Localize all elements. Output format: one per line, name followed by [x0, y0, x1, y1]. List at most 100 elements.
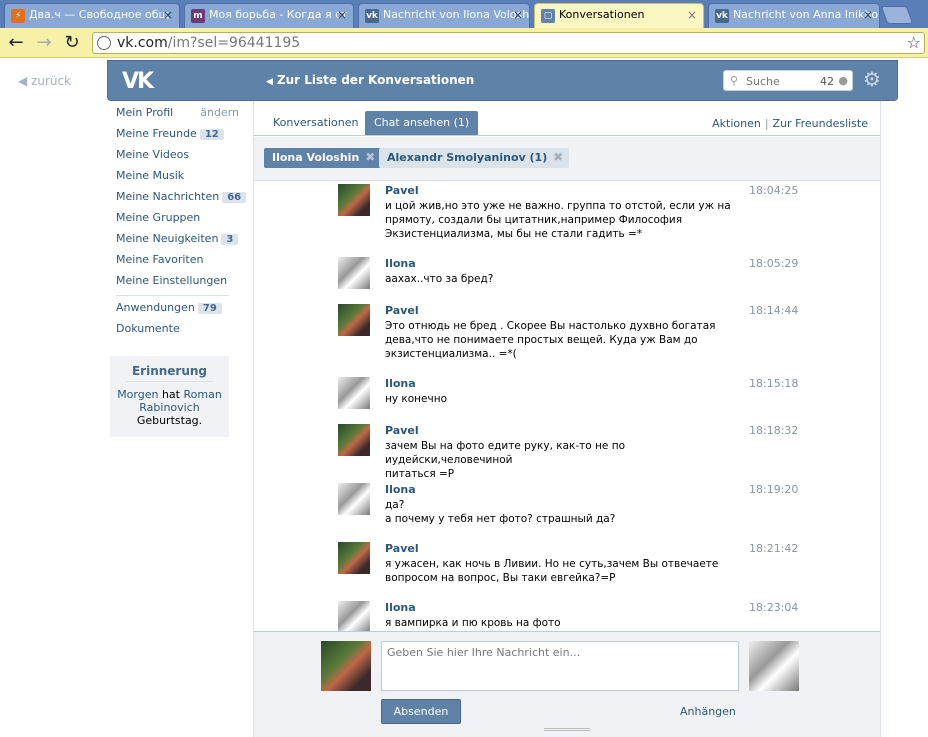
message-text: да? а почему у тебя нет фото? страшный да…: [385, 498, 745, 526]
sidebar-item-meine-einstellungen[interactable]: Meine Einstellungen: [110, 269, 235, 290]
message-text: я ужасен, как ночь в Ливии. Но не суть,з…: [385, 557, 745, 585]
recipient-avatar[interactable]: [749, 641, 799, 691]
message-author[interactable]: Pavel: [385, 424, 419, 437]
sidebar-item-meine-freunde[interactable]: Meine Freunde 12: [110, 122, 235, 143]
message-author[interactable]: Ilona: [385, 377, 416, 390]
vk-page: ◀ zurück VK ◀ Zur Liste der Konversatione…: [0, 59, 928, 737]
edit-profile-link[interactable]: ändern: [200, 106, 239, 119]
tab-view-chat[interactable]: Chat ansehen (1): [365, 111, 479, 135]
actions-link[interactable]: Aktionen: [712, 117, 761, 130]
message-time: 18:18:32: [749, 424, 799, 437]
close-icon[interactable]: ✖: [365, 150, 375, 164]
message-line: зачем Вы на фото едите руку, как-то не п…: [385, 440, 625, 466]
avatar[interactable]: [338, 257, 370, 289]
globe-icon: [97, 36, 111, 50]
tab-conversations[interactable]: Konversationen: [264, 111, 367, 135]
send-button[interactable]: Absenden: [381, 699, 461, 724]
message-author[interactable]: Ilona: [385, 601, 416, 614]
tab-favicon-icon: vk: [715, 9, 729, 23]
sidebar-item-meine-favoriten[interactable]: Meine Favoriten: [110, 248, 235, 269]
sidebar-item-label: Anwendungen: [116, 301, 195, 314]
address-bar[interactable]: vk.com/im?sel=96441195 ☆: [92, 32, 925, 54]
person-icon: ●: [838, 74, 848, 87]
back-link[interactable]: ◀ zurück: [18, 74, 71, 88]
message-line: я вампирка и пю кровь на фото: [385, 617, 561, 629]
attach-link[interactable]: Anhängen: [680, 705, 736, 718]
message-line: я ужасен, как ночь в Ливии. Но не суть,з…: [385, 558, 719, 570]
to-conversation-list-link[interactable]: ◀ Zur Liste der Konversationen: [266, 73, 474, 87]
tab-close-icon[interactable]: ×: [687, 8, 697, 22]
avatar[interactable]: [338, 304, 370, 336]
sidebar-item-dokumente[interactable]: Dokumente: [110, 317, 235, 338]
count-badge: 66: [222, 192, 247, 203]
avatar[interactable]: [338, 601, 370, 631]
sidebar-item-profile[interactable]: Mein Profil ändern: [110, 101, 239, 122]
sidebar-item-meine-gruppen[interactable]: Meine Gruppen: [110, 206, 235, 227]
count-badge: 12: [199, 129, 224, 140]
resize-grip[interactable]: [544, 728, 590, 731]
avatar[interactable]: [338, 377, 370, 409]
message-author[interactable]: Pavel: [385, 304, 419, 317]
search-input[interactable]: ⚲ Suche 42 ●: [723, 70, 853, 91]
message-line: экзистенциализма.. =*(: [385, 348, 517, 360]
browser-tab[interactable]: ▢ Konversationen ×: [534, 3, 704, 28]
message-log[interactable]: Pavel 18:04:25 и цой жив,но это уже не важ…: [254, 182, 880, 631]
reminder-body: Morgen hat Roman Rabinovich Geburtstag.: [117, 388, 222, 427]
message-time: 18:19:20: [749, 483, 799, 496]
message-line: аахах..что за бред?: [385, 273, 494, 285]
message-line: Это отнюдь не бред . Скорее Вы настолько…: [385, 320, 716, 332]
sidebar-item-label: Meine Freunde: [116, 127, 197, 140]
message-author[interactable]: Pavel: [385, 542, 419, 555]
message-author[interactable]: Pavel: [385, 184, 419, 197]
composer: Absenden Anhängen: [254, 631, 880, 737]
count-badge: 3: [221, 234, 239, 245]
message-line: дева,что не понимаете простых вещей. Куд…: [385, 334, 698, 346]
tab-close-icon[interactable]: ×: [863, 8, 873, 22]
tab-favicon-icon: m: [191, 9, 205, 23]
browser-tab[interactable]: m Моя борьба - Когда я ст ×: [184, 3, 354, 28]
reminder-date-link[interactable]: Morgen: [117, 388, 158, 401]
sidebar-item-label: Meine Gruppen: [116, 211, 201, 224]
tab-close-icon[interactable]: ×: [163, 8, 173, 22]
my-avatar[interactable]: [321, 641, 371, 691]
message-line: вопросом на вопрос, Вы таки евгейка?=Р: [385, 572, 616, 584]
gear-icon[interactable]: ⚙: [863, 67, 881, 91]
reminder-title: Erinnerung: [126, 364, 213, 382]
bookmark-star-icon[interactable]: ☆: [907, 33, 921, 52]
sidebar-item-meine-videos[interactable]: Meine Videos: [110, 143, 235, 164]
avatar[interactable]: [338, 424, 370, 456]
tab-close-icon[interactable]: ×: [337, 8, 347, 22]
forward-arrow-icon[interactable]: →: [34, 33, 54, 53]
browser-tab[interactable]: vk Nachricht von Ilona Volosh ×: [358, 3, 530, 28]
message-time: 18:15:18: [749, 377, 799, 390]
tab-favicon-icon: vk: [365, 9, 379, 23]
avatar[interactable]: [338, 184, 370, 216]
reload-icon[interactable]: ↻: [62, 33, 82, 53]
avatar[interactable]: [338, 542, 370, 574]
message-author[interactable]: Ilona: [385, 483, 416, 496]
message-input[interactable]: [381, 641, 739, 691]
message-author[interactable]: Ilona: [385, 257, 416, 270]
chip-ilona-voloshin[interactable]: Ilona Voloshin ✖: [264, 148, 382, 168]
sidebar: Mein Profil ändern Meine Freunde 12 Meine …: [110, 101, 247, 437]
new-tab-button[interactable]: [880, 6, 914, 24]
sidebar-item-meine-nachrichten[interactable]: Meine Nachrichten 66: [110, 185, 247, 206]
message-time: 18:23:04: [749, 601, 799, 614]
avatar[interactable]: [338, 483, 370, 515]
browser-tab-bar: ⚡ Два.ч — Свободное общ × m Моя борьба - Ког…: [0, 0, 928, 28]
vk-logo[interactable]: VK: [122, 69, 156, 94]
friends-list-link[interactable]: Zur Freundesliste: [773, 117, 868, 130]
back-arrow-icon[interactable]: ←: [6, 33, 26, 53]
browser-tab[interactable]: vk Nachricht von Anna Inikho ×: [708, 3, 880, 28]
sidebar-item-meine-musik[interactable]: Meine Musik: [110, 164, 235, 185]
message-text: ну конечно: [385, 392, 745, 406]
browser-tab[interactable]: ⚡ Два.ч — Свободное общ ×: [4, 3, 180, 28]
chip-alexandr-smolyaninov[interactable]: Alexandr Smolyaninov (1) ✖: [379, 148, 570, 168]
close-icon[interactable]: ✖: [553, 150, 563, 164]
sidebar-item-anwendungen[interactable]: Anwendungen 79: [110, 296, 235, 317]
sidebar-item-label: Meine Videos: [116, 148, 190, 161]
sidebar-item-label: Meine Nachrichten: [116, 190, 220, 203]
sidebar-item-meine-neuigkeiten[interactable]: Meine Neuigkeiten 3: [110, 227, 239, 248]
tab-favicon-icon: ▢: [541, 9, 555, 23]
tab-close-icon[interactable]: ×: [513, 8, 523, 22]
